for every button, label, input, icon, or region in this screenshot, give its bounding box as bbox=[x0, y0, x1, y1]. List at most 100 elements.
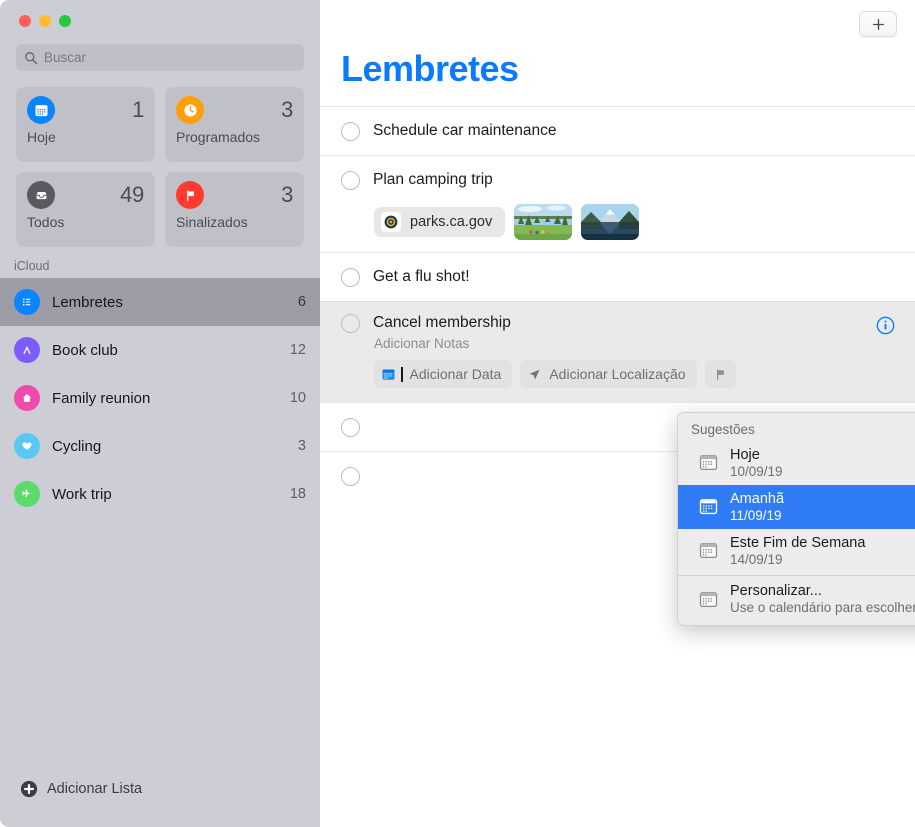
add-location-label: Adicionar Localização bbox=[549, 366, 685, 382]
sidebar-item-cycling[interactable]: Cycling 3 bbox=[0, 422, 320, 470]
info-icon[interactable] bbox=[876, 316, 895, 335]
menu-item-date: 10/09/19 bbox=[730, 464, 783, 479]
sidebar-item-count: 10 bbox=[290, 390, 306, 406]
sidebar-item-count: 18 bbox=[290, 486, 306, 502]
complete-checkbox[interactable] bbox=[341, 268, 360, 287]
url-chip-label: parks.ca.gov bbox=[410, 214, 492, 230]
menu-item-title: Personalizar... bbox=[730, 583, 915, 599]
book-icon bbox=[14, 337, 40, 363]
clock-icon bbox=[176, 96, 204, 124]
flag-icon bbox=[176, 181, 204, 209]
page-title: Lembretes bbox=[320, 0, 915, 90]
heart-icon bbox=[14, 433, 40, 459]
calendar-icon bbox=[27, 96, 55, 124]
menu-item-title: Este Fim de Semana bbox=[730, 535, 865, 551]
add-list-button[interactable]: Adicionar Lista bbox=[0, 765, 320, 827]
menu-item-date: 14/09/19 bbox=[730, 552, 865, 567]
sidebar-item-label: Book club bbox=[52, 342, 278, 359]
plus-circle-icon bbox=[20, 780, 38, 798]
tile-label: Hoje bbox=[27, 129, 144, 145]
search-icon bbox=[24, 51, 38, 65]
search-container: Buscar bbox=[0, 40, 320, 71]
tile-count: 3 bbox=[281, 182, 293, 208]
reminder-title: Cancel membership bbox=[373, 314, 511, 332]
menu-item-este-fim-de-semana[interactable]: Este Fim de Semana 14/09/19 bbox=[678, 529, 915, 573]
add-list-label: Adicionar Lista bbox=[47, 781, 142, 797]
menu-item-title: Hoje bbox=[730, 447, 783, 463]
add-date-field[interactable]: Adicionar Data bbox=[374, 360, 512, 388]
minimize-window-button[interactable] bbox=[39, 15, 51, 27]
add-location-button[interactable]: Adicionar Localização bbox=[520, 360, 696, 388]
sidebar-item-label: Cycling bbox=[52, 438, 286, 455]
sidebar-item-family-reunion[interactable]: Family reunion 10 bbox=[0, 374, 320, 422]
sidebar-item-count: 6 bbox=[298, 294, 306, 310]
menu-item-personalizar[interactable]: Personalizar... Use o calendário para es… bbox=[678, 578, 915, 625]
plus-icon bbox=[871, 17, 886, 32]
traffic-lights bbox=[0, 0, 320, 40]
calendar-icon bbox=[698, 452, 719, 473]
maximize-window-button[interactable] bbox=[59, 15, 71, 27]
reminder-title: Plan camping trip bbox=[373, 171, 493, 189]
tile-label: Sinalizados bbox=[176, 214, 293, 230]
tile-todos[interactable]: 49 Todos bbox=[16, 172, 155, 247]
sidebar-item-lembretes[interactable]: Lembretes 6 bbox=[0, 278, 320, 326]
section-header-icloud: iCloud bbox=[0, 247, 320, 278]
table-row[interactable]: Get a flu shot! bbox=[320, 252, 915, 301]
add-reminder-button[interactable] bbox=[859, 11, 897, 37]
attachments-row: parks.ca.gov bbox=[341, 204, 915, 252]
tile-count: 1 bbox=[132, 97, 144, 123]
table-row-selected[interactable]: Cancel membership Adicionar Notas bbox=[320, 301, 915, 402]
date-suggestions-popup: Sugestões Hoje 10/09/19 bbox=[677, 412, 915, 626]
search-field[interactable]: Buscar bbox=[16, 44, 304, 71]
flag-button[interactable] bbox=[705, 360, 736, 388]
search-placeholder: Buscar bbox=[44, 50, 86, 65]
close-window-button[interactable] bbox=[19, 15, 31, 27]
url-attachment-chip[interactable]: parks.ca.gov bbox=[374, 207, 505, 237]
sidebar-item-book-club[interactable]: Book club 12 bbox=[0, 326, 320, 374]
complete-checkbox[interactable] bbox=[341, 467, 360, 486]
notes-placeholder[interactable]: Adicionar Notas bbox=[374, 336, 915, 351]
sidebar-item-count: 12 bbox=[290, 342, 306, 358]
calendar-icon bbox=[381, 367, 396, 382]
complete-checkbox[interactable] bbox=[341, 171, 360, 190]
sidebar-item-label: Family reunion bbox=[52, 390, 278, 407]
house-icon bbox=[14, 385, 40, 411]
menu-item-date: 11/09/19 bbox=[730, 508, 784, 523]
sidebar-item-label: Lembretes bbox=[52, 294, 286, 311]
calendar-icon bbox=[698, 540, 719, 561]
calendar-icon bbox=[698, 589, 719, 610]
sidebar-item-count: 3 bbox=[298, 438, 306, 454]
table-row[interactable]: Schedule car maintenance bbox=[320, 106, 915, 155]
complete-checkbox[interactable] bbox=[341, 418, 360, 437]
reminder-title: Get a flu shot! bbox=[373, 268, 470, 286]
popup-header: Sugestões bbox=[678, 413, 915, 441]
complete-checkbox[interactable] bbox=[341, 122, 360, 141]
text-cursor bbox=[401, 367, 403, 382]
reminders-window: Buscar bbox=[0, 0, 915, 827]
menu-item-hoje[interactable]: Hoje 10/09/19 bbox=[678, 441, 915, 485]
menu-item-amanha[interactable]: Amanhã 11/09/19 bbox=[678, 485, 915, 529]
sidebar-item-work-trip[interactable]: Work trip 18 bbox=[0, 470, 320, 518]
menu-item-description: Use o calendário para escolher uma data bbox=[730, 600, 915, 615]
image-thumbnail-mountain-lake[interactable] bbox=[581, 204, 639, 240]
reminder-detail: Adicionar Notas bbox=[341, 336, 915, 402]
summary-tiles: 1 Hoje 3 Programados bbox=[0, 71, 320, 247]
airplane-icon bbox=[14, 481, 40, 507]
table-row[interactable]: Plan camping trip parks.ca.gov bbox=[320, 155, 915, 252]
list-collection: Lembretes 6 Book club 12 Family bbox=[0, 278, 320, 518]
tile-sinalizados[interactable]: 3 Sinalizados bbox=[165, 172, 304, 247]
reminder-title: Schedule car maintenance bbox=[373, 122, 557, 140]
tile-programados[interactable]: 3 Programados bbox=[165, 87, 304, 162]
tile-count: 3 bbox=[281, 97, 293, 123]
image-thumbnail-meadow[interactable] bbox=[514, 204, 572, 240]
tile-label: Programados bbox=[176, 129, 293, 145]
tile-label: Todos bbox=[27, 214, 144, 230]
main-content: Lembretes Schedule car maintenance Plan … bbox=[320, 0, 915, 827]
bulleted-list-icon bbox=[14, 289, 40, 315]
menu-separator bbox=[678, 575, 915, 576]
complete-checkbox[interactable] bbox=[341, 314, 360, 333]
tile-count: 49 bbox=[120, 182, 144, 208]
location-arrow-icon bbox=[527, 367, 542, 382]
sidebar: Buscar bbox=[0, 0, 320, 827]
tile-hoje[interactable]: 1 Hoje bbox=[16, 87, 155, 162]
